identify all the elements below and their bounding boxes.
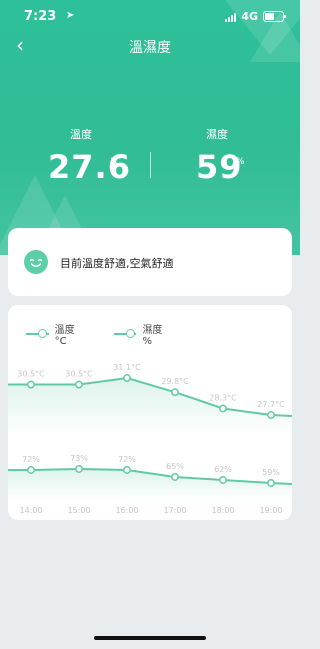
- data-label: 72%: [118, 455, 136, 464]
- page-title: 溫濕度: [129, 40, 171, 56]
- x-tick-label: 19:00: [259, 506, 282, 515]
- data-label: 72%: [22, 455, 40, 464]
- header-banner: 7:23 ➤ 4G ‹ 溫濕度 溫度 27.6 °C 濕度 59 %: [0, 0, 300, 255]
- temperature-label: 溫度: [70, 128, 92, 141]
- history-chart-card: 溫度 °C 濕度 % 30.5°C 30.5°C 31.1°C 29.8°C 28.3°…: [8, 305, 292, 520]
- data-point: [75, 465, 83, 473]
- network-type: 4G: [241, 10, 258, 23]
- location-arrow-icon: ➤: [66, 10, 75, 21]
- data-label: 29.8°C: [161, 377, 189, 386]
- status-bar: 7:23 ➤ 4G: [0, 0, 300, 32]
- metric-divider: [150, 152, 151, 178]
- x-tick-label: 17:00: [163, 506, 186, 515]
- data-label: 30.5°C: [17, 370, 45, 379]
- history-line-chart: 30.5°C 30.5°C 31.1°C 29.8°C 28.3°C 27.7°C 72% 7…: [8, 363, 292, 515]
- x-tick-label: 16:00: [115, 506, 138, 515]
- data-point: [171, 473, 179, 481]
- data-label: 31.1°C: [113, 363, 141, 372]
- status-time: 7:23: [24, 9, 57, 24]
- x-tick-label: 14:00: [19, 506, 42, 515]
- signal-icon: [225, 12, 237, 22]
- data-label: 73%: [70, 454, 88, 463]
- temperature-value: 27.6: [48, 148, 131, 186]
- data-point: [219, 476, 227, 484]
- data-label: 27.7°C: [257, 400, 285, 409]
- data-label: 62%: [214, 465, 232, 474]
- data-label: 28.3°C: [209, 393, 237, 402]
- comfort-card: 目前溫度舒適,空氣舒適: [8, 228, 292, 296]
- data-point: [267, 479, 275, 487]
- battery-icon: [263, 11, 286, 22]
- data-point: [27, 466, 35, 474]
- data-point: [27, 380, 35, 389]
- x-tick-label: 18:00: [211, 506, 234, 515]
- temperature-unit: °C: [110, 157, 121, 167]
- nav-bar: ‹ 溫濕度: [0, 34, 300, 58]
- data-label: 65%: [166, 462, 184, 471]
- data-label: 30.5°C: [65, 370, 93, 379]
- series-area: [8, 378, 292, 435]
- data-point: [219, 404, 227, 413]
- data-point: [123, 466, 131, 474]
- data-point: [171, 388, 179, 397]
- data-point: [123, 374, 131, 382]
- humidity-unit: %: [236, 157, 245, 167]
- data-point: [267, 411, 275, 419]
- x-tick-label: 15:00: [67, 506, 90, 515]
- smile-icon: [24, 250, 48, 274]
- humidity-label: 濕度: [206, 128, 228, 141]
- comfort-message: 目前溫度舒適,空氣舒適: [60, 257, 174, 270]
- humidity-value: 59: [196, 148, 243, 186]
- home-indicator: [94, 636, 206, 640]
- data-label: 59%: [262, 468, 280, 477]
- data-point: [75, 380, 83, 389]
